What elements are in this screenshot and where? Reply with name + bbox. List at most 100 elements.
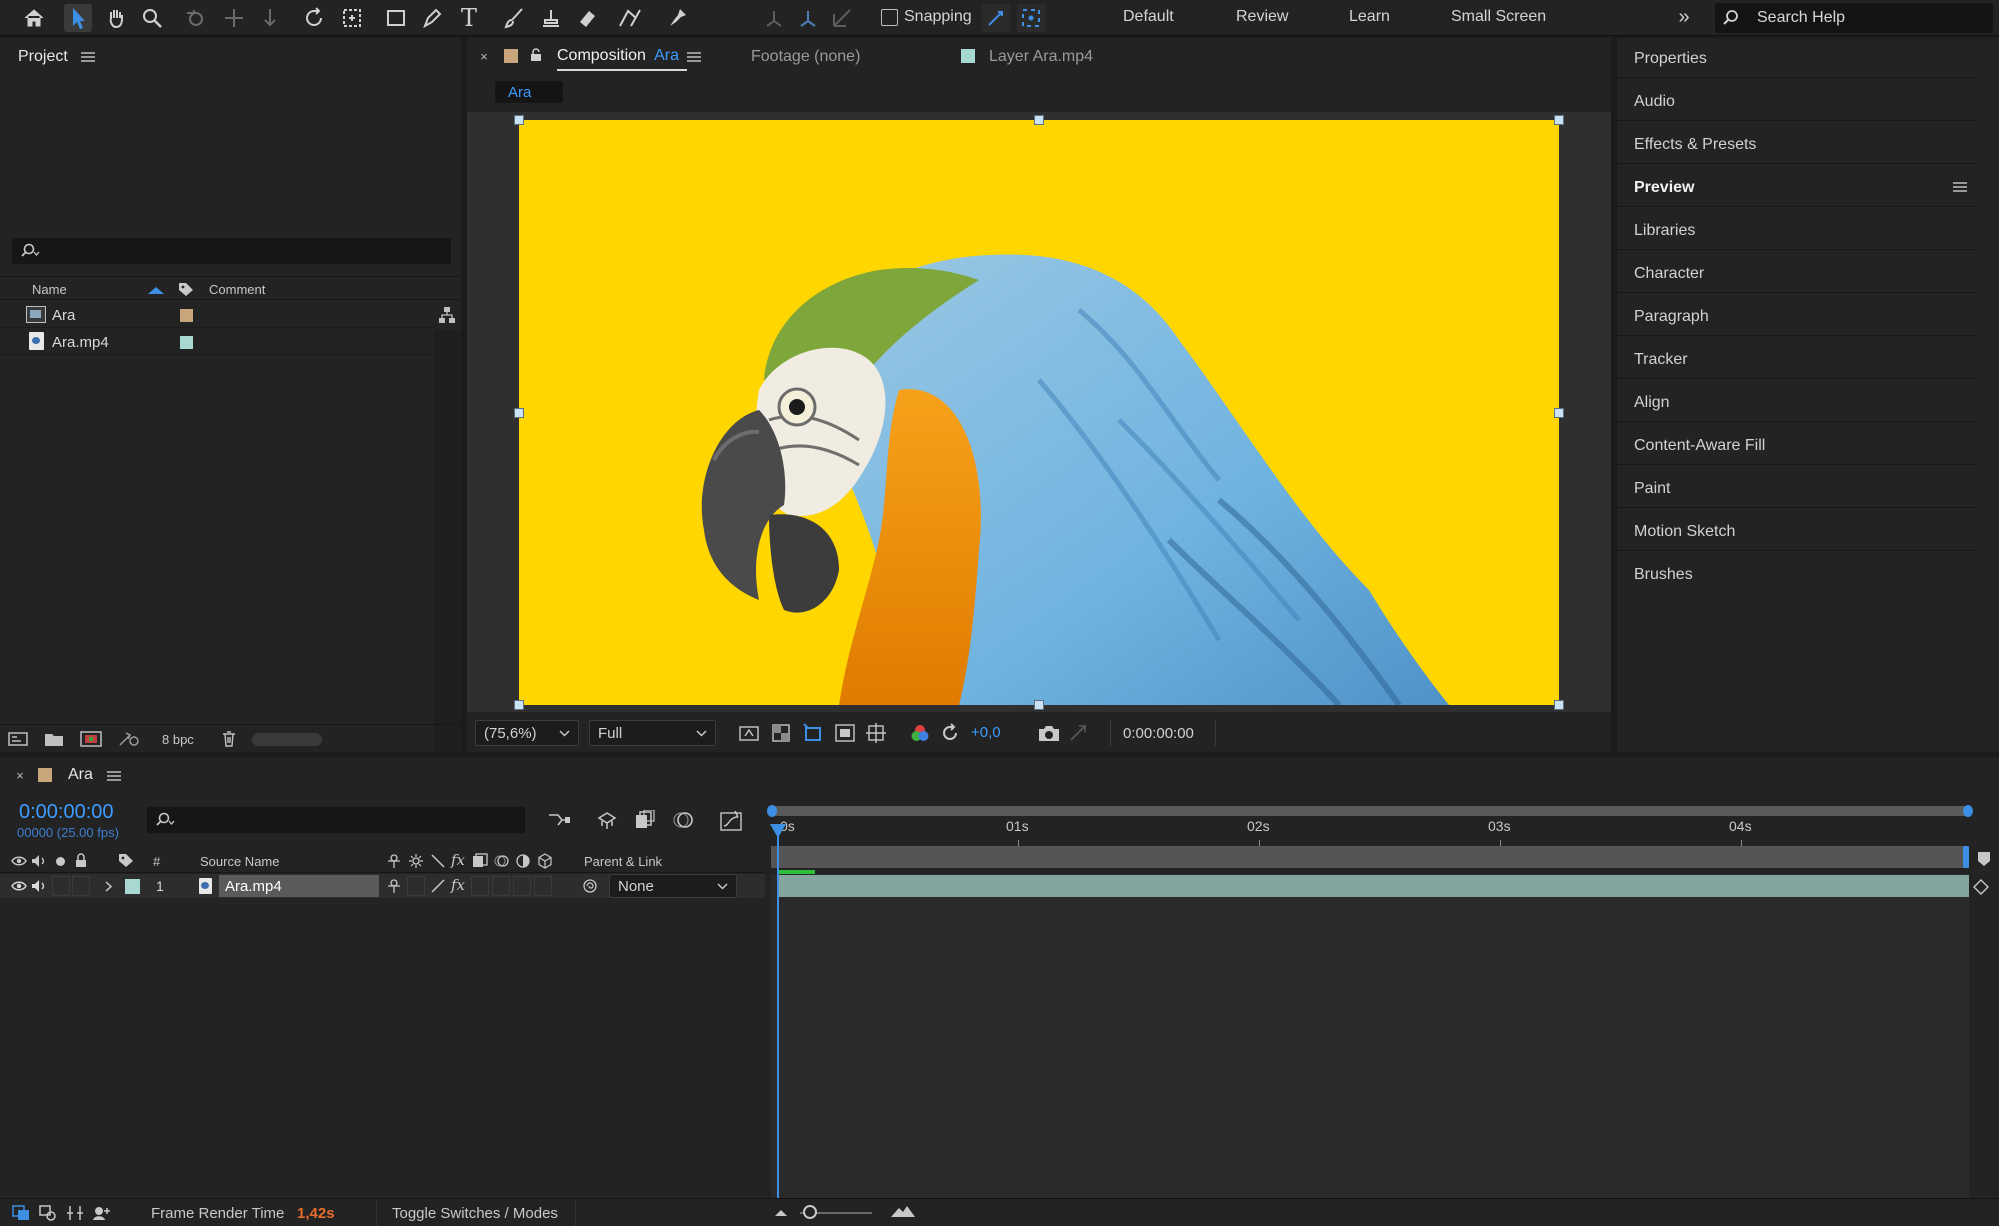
current-timecode[interactable]: 0:00:00:00 [19,801,114,824]
workspace-small-screen[interactable]: Small Screen [1451,8,1546,26]
reset-exposure-icon[interactable] [938,721,962,745]
solo-switch[interactable] [52,876,70,896]
viewer-timecode[interactable]: 0:00:00:00 [1110,720,1216,746]
grid-guides-icon[interactable] [864,721,888,745]
video-eye-icon[interactable] [11,880,27,892]
dolly-camera-icon[interactable] [256,4,284,32]
playhead-handle[interactable] [770,824,786,838]
color-channels-icon[interactable] [908,722,932,744]
adjust-project-settings-icon[interactable] [116,729,142,749]
transform-handle[interactable] [1554,408,1564,418]
adjustment-switch[interactable] [513,876,531,896]
adjustment-layer-icon[interactable] [515,853,531,869]
snap-features-icon[interactable] [1017,4,1045,32]
timeline-search-input[interactable] [147,807,525,833]
more-workspaces-icon[interactable]: » [1672,4,1696,30]
column-name[interactable]: Name [32,282,67,297]
panel-menu-icon[interactable] [104,767,124,785]
axis-world-icon[interactable] [794,4,822,32]
home-icon[interactable] [20,4,48,32]
parent-dropdown[interactable]: None [609,874,737,898]
lock-icon[interactable] [529,47,543,63]
transparency-grid-icon[interactable] [769,722,793,744]
interpret-footage-icon[interactable] [6,729,30,749]
panel-character[interactable]: Character [1618,253,1978,293]
motion-blur-switch-icon[interactable] [494,853,510,869]
rectangle-tool-icon[interactable] [382,4,410,32]
playhead-line[interactable] [777,830,779,1198]
label-color-swatch[interactable] [180,309,193,322]
magnification-dropdown[interactable]: (75,6%) [475,720,579,746]
sort-arrow-icon[interactable] [148,287,164,294]
work-area-bar[interactable] [771,806,1969,816]
panel-align[interactable]: Align [1618,382,1978,422]
3d-switch[interactable] [534,876,552,896]
label-color-swatch[interactable] [180,336,193,349]
layer-row[interactable]: 1 Ara.mp4 fx None [0,874,765,898]
pan-behind-icon[interactable] [338,4,366,32]
time-ruler[interactable] [771,816,1969,846]
puppet-pin-icon[interactable] [663,4,691,32]
comp-marker-bin[interactable] [1977,851,1991,867]
tab-footage[interactable]: Footage (none) [751,48,860,66]
pen-tool-icon[interactable] [418,4,446,32]
type-tool-icon[interactable]: T [455,4,483,32]
panel-preview[interactable]: Preview [1618,167,1978,207]
lock-switch[interactable] [72,876,90,896]
tab-composition[interactable]: Composition Ara [557,47,688,71]
collapse-switch[interactable] [407,876,425,896]
audio-speaker-icon[interactable] [31,879,47,893]
search-help-field[interactable]: Search Help [1715,3,1993,33]
trash-icon[interactable] [218,729,240,749]
mask-visibility-icon[interactable] [801,721,825,745]
panel-menu-icon[interactable] [1953,181,1967,193]
composition-breadcrumb[interactable]: Ara [495,81,563,103]
eraser-icon[interactable] [573,4,601,32]
thumbnail-slider[interactable] [252,733,322,746]
snap-edges-icon[interactable] [982,4,1010,32]
workspace-review[interactable]: Review [1236,8,1288,26]
effects-switch-icon[interactable]: fx [451,876,465,894]
panel-effects-presets[interactable]: Effects & Presets [1618,124,1978,164]
panel-paragraph[interactable]: Paragraph [1618,296,1978,336]
transform-handle[interactable] [1034,700,1044,710]
render-time-icon[interactable] [92,1205,112,1221]
new-composition-icon[interactable] [78,729,104,749]
audio-speaker-icon[interactable] [31,854,47,868]
fast-previews-icon[interactable] [737,722,761,744]
orbit-camera-icon[interactable] [182,4,210,32]
snapshot-camera-icon[interactable] [1036,722,1062,744]
quality-switch-icon[interactable] [430,878,446,894]
collapse-sun-icon[interactable] [408,853,424,869]
transform-handle[interactable] [1554,700,1564,710]
frame-blend-switch[interactable] [471,876,489,896]
close-tab-icon[interactable]: × [477,49,491,64]
panel-content-aware-fill[interactable]: Content-Aware Fill [1618,425,1978,465]
transform-handle[interactable] [1554,115,1564,125]
transform-handle[interactable] [514,115,524,125]
transform-handle[interactable] [514,700,524,710]
close-tab-icon[interactable]: × [13,768,27,783]
column-parent-link[interactable]: Parent & Link [584,854,662,869]
timeline-zoom-knob[interactable] [803,1205,817,1219]
axis-local-icon[interactable] [760,4,788,32]
timeline-track-area[interactable] [771,874,1969,1199]
video-eye-icon[interactable] [11,855,27,867]
timeline-tab-title[interactable]: Ara [68,766,93,784]
exposure-value[interactable]: +0,0 [971,724,1001,741]
workspace-learn[interactable]: Learn [1349,8,1390,26]
in-out-columns-icon[interactable] [66,1205,84,1221]
pick-whip-icon[interactable] [582,878,598,894]
motion-blur-icon[interactable] [670,808,696,832]
selection-tool-button[interactable] [64,4,92,32]
project-list-item[interactable]: Ara.mp4 [0,329,434,355]
snapping-checkbox[interactable] [881,9,898,26]
draft-3d-icon[interactable] [594,808,620,832]
label-tag-icon[interactable] [178,282,193,296]
panel-audio[interactable]: Audio [1618,81,1978,121]
axis-view-icon[interactable] [828,4,856,32]
lock-icon[interactable] [75,853,87,868]
column-comment[interactable]: Comment [209,282,265,297]
shy-icon[interactable] [386,853,402,869]
layer-end-pin[interactable] [1972,878,1990,896]
